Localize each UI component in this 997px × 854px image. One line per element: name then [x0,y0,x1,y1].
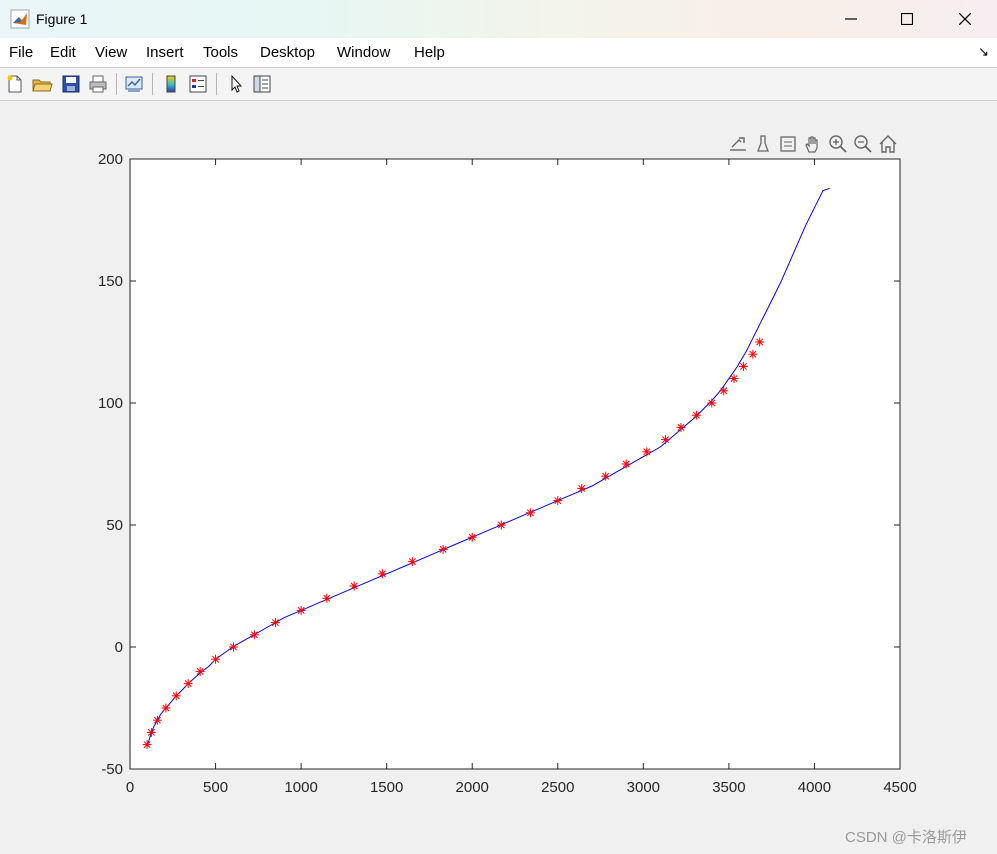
property-inspector-icon[interactable] [251,73,273,95]
x-tick-label: 3500 [712,779,745,796]
insert-legend-icon[interactable] [187,73,209,95]
series-marker-point [229,642,239,652]
x-tick-label: 500 [203,779,228,796]
y-tick-label: 200 [98,151,123,168]
menu-desktop[interactable]: Desktop [260,44,315,61]
series-marker-point [719,386,729,396]
axes-background [130,159,900,769]
insert-colorbar-icon[interactable] [160,73,182,95]
y-tick-label: -50 [101,761,123,778]
link-plot-icon[interactable] [123,73,145,95]
matlab-logo-icon [10,9,30,29]
toolbar-separator [216,73,217,95]
x-tick-label: 2000 [456,779,489,796]
series-marker-point [729,374,739,384]
close-button[interactable] [936,0,994,38]
series-marker-point [577,483,587,493]
menu-edit[interactable]: Edit [50,44,76,61]
x-tick-label: 0 [126,779,134,796]
print-icon[interactable] [87,73,109,95]
y-tick-label: 100 [98,395,123,412]
menu-view[interactable]: View [95,44,127,61]
minimize-button[interactable] [822,0,880,38]
figure-canvas[interactable]: 0 500 1000 1500 2000 2500 3000 3500 4000 4500-500… [0,100,997,820]
maximize-icon [901,13,913,25]
series-marker-point [642,447,652,457]
series-marker-point [676,422,686,432]
menu-window[interactable]: Window [337,44,390,61]
new-figure-icon[interactable] [4,73,26,95]
x-tick-label: 1000 [284,779,317,796]
menu-bar: File Edit View Insert Tools Desktop Wind… [0,38,997,68]
x-tick-label: 4500 [883,779,916,796]
window-title: Figure 1 [36,11,88,27]
maximize-button[interactable] [878,0,936,38]
minimize-icon [845,18,857,20]
x-tick-label: 2500 [541,779,574,796]
x-tick-label: 4000 [798,779,831,796]
x-tick-label: 3000 [627,779,660,796]
menu-help[interactable]: Help [414,44,445,61]
toolbar-separator [152,73,153,95]
close-icon [959,13,971,25]
series-marker-point [161,703,171,713]
edit-plot-icon[interactable] [225,73,247,95]
toolbar-separator [116,73,117,95]
title-bar: Figure 1 [0,0,997,39]
save-icon[interactable] [60,73,82,95]
y-tick-label: 0 [115,639,123,656]
figure-toolbar [0,68,997,101]
menu-file[interactable]: File [9,44,33,61]
y-tick-label: 150 [98,273,123,290]
open-file-icon[interactable] [31,73,53,95]
dock-arrow-icon[interactable]: ↘ [978,44,989,60]
menu-insert[interactable]: Insert [146,44,184,61]
y-tick-label: 50 [106,517,123,534]
menu-tools[interactable]: Tools [203,44,238,61]
x-tick-label: 1500 [370,779,403,796]
watermark: CSDN @卡洛斯伊 [845,829,967,846]
